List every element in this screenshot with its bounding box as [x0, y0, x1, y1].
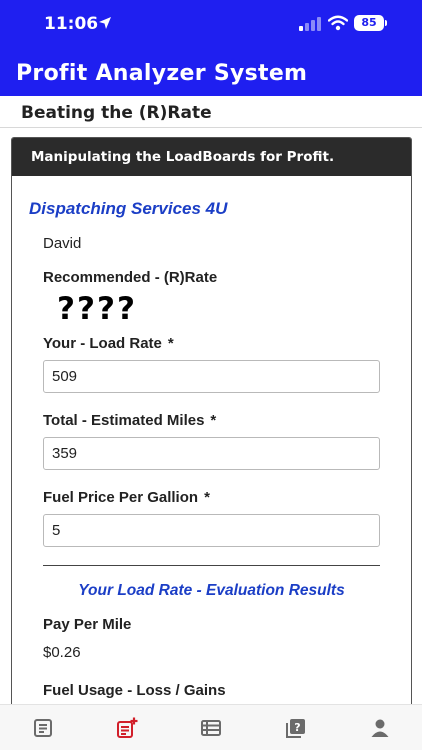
status-time: 11:06: [44, 14, 99, 34]
battery-tip: [385, 20, 387, 26]
fuel-price-label: Fuel Price Per Gallion *: [43, 489, 210, 506]
card-header: Manipulating the LoadBoards for Profit.: [12, 138, 411, 176]
status-bar: 11:06 85: [0, 0, 422, 50]
miles-input[interactable]: [43, 437, 380, 470]
add-document-icon[interactable]: [116, 717, 138, 739]
location-arrow-icon: [99, 17, 111, 29]
app-title: Profit Analyzer System: [16, 61, 308, 86]
load-rate-label-text: Your - Load Rate: [43, 335, 162, 352]
svg-text:?: ?: [294, 721, 300, 734]
load-rate-label: Your - Load Rate *: [43, 335, 174, 352]
profile-icon[interactable]: [369, 717, 391, 739]
required-mark: *: [167, 335, 174, 352]
pay-per-mile-label: Pay Per Mile: [43, 616, 132, 633]
required-mark: *: [210, 412, 217, 429]
miles-label: Total - Estimated Miles *: [43, 412, 216, 429]
pay-per-mile-value: $0.26: [43, 644, 81, 661]
company-name: Dispatching Services 4U: [29, 199, 228, 218]
document-list-icon[interactable]: [32, 717, 54, 739]
app-header: Profit Analyzer System: [0, 50, 422, 96]
divider: [0, 127, 422, 128]
battery-icon: 85: [354, 15, 384, 31]
page-subtitle: Beating the (R)Rate: [21, 103, 212, 123]
required-mark: *: [204, 489, 210, 506]
fuel-price-input[interactable]: [43, 514, 380, 547]
recommended-rate-label: Recommended - (R)Rate: [43, 269, 218, 286]
user-name: David: [43, 235, 82, 252]
card-title: Manipulating the LoadBoards for Profit.: [31, 149, 335, 165]
bottom-tab-bar: ?: [0, 704, 422, 750]
battery-level: 85: [361, 16, 377, 29]
cellular-signal-icon: [299, 17, 321, 31]
help-icon[interactable]: ?: [285, 717, 307, 739]
wifi-icon: [328, 15, 348, 31]
recommended-rate-value: ????: [57, 291, 137, 327]
fuel-usage-label: Fuel Usage - Loss / Gains: [43, 682, 226, 699]
results-divider: [43, 565, 380, 566]
results-title: Your Load Rate - Evaluation Results: [78, 582, 345, 599]
fuel-price-label-text: Fuel Price Per Gallion: [43, 489, 199, 506]
calculator-card: Manipulating the LoadBoards for Profit. …: [11, 137, 412, 750]
table-list-icon[interactable]: [200, 717, 222, 739]
load-rate-input[interactable]: [43, 360, 380, 393]
miles-label-text: Total - Estimated Miles: [43, 412, 205, 429]
